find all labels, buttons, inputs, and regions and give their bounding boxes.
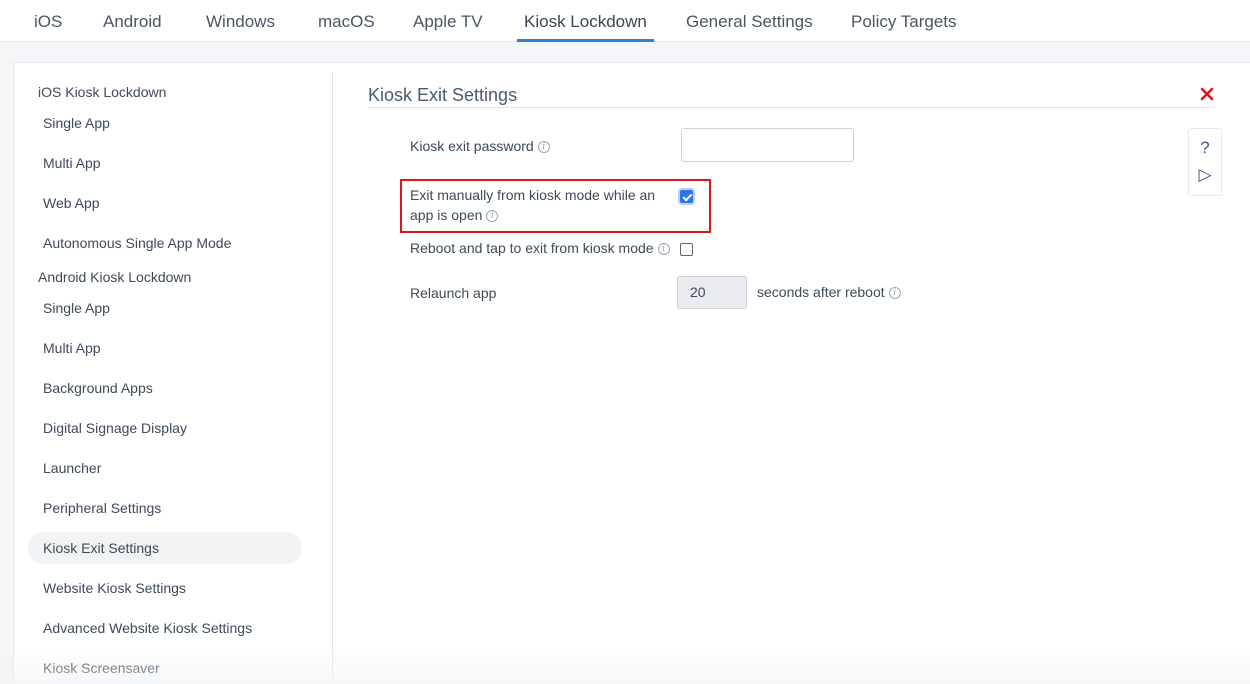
kiosk-exit-password-text: Kiosk exit password <box>410 138 534 154</box>
sidebar-item-android-multi-app[interactable]: Multi App <box>28 332 302 364</box>
section-divider <box>368 107 1215 108</box>
relaunch-seconds-input[interactable]: 20 <box>677 276 747 309</box>
tab-windows[interactable]: Windows <box>206 12 275 42</box>
tab-ios[interactable]: iOS <box>34 12 62 42</box>
sidebar-item-autonomous-single-app-mode[interactable]: Autonomous Single App Mode <box>28 227 302 259</box>
sidebar-item-launcher[interactable]: Launcher <box>28 452 302 484</box>
kiosk-exit-password-label: Kiosk exit password i <box>410 136 550 156</box>
reboot-exit-label: Reboot and tap to exit from kiosk mode i <box>410 238 670 258</box>
exit-manually-label: Exit manually from kiosk mode while an a… <box>410 185 655 225</box>
close-icon[interactable] <box>1198 85 1216 103</box>
info-icon[interactable]: i <box>537 141 550 154</box>
sidebar-group-ios-kiosk: iOS Kiosk Lockdown <box>38 84 167 100</box>
kiosk-exit-password-input[interactable] <box>681 128 854 162</box>
sidebar-group-android-kiosk: Android Kiosk Lockdown <box>38 269 192 285</box>
reboot-exit-text: Reboot and tap to exit from kiosk mode <box>410 240 654 256</box>
exit-manually-text-line1: Exit manually from kiosk mode while an <box>410 187 656 203</box>
sidebar-item-ios-multi-app[interactable]: Multi App <box>28 147 302 179</box>
section-title: Kiosk Exit Settings <box>368 85 518 105</box>
sidebar-item-android-single-app[interactable]: Single App <box>28 292 302 324</box>
reboot-exit-checkbox[interactable] <box>680 243 693 256</box>
tab-macos[interactable]: macOS <box>318 12 375 42</box>
play-icon[interactable]: ▷ <box>1189 165 1221 185</box>
top-tab-bar: iOS Android Windows macOS Apple TV Kiosk… <box>0 0 1250 42</box>
tab-kiosk-lockdown[interactable]: Kiosk Lockdown <box>517 12 654 42</box>
relaunch-app-label: Relaunch app <box>410 285 497 301</box>
sidebar-item-digital-signage-display[interactable]: Digital Signage Display <box>28 412 302 444</box>
sidebar-item-ios-web-app[interactable]: Web App <box>28 187 302 219</box>
sidebar-item-kiosk-screensaver[interactable]: Kiosk Screensaver <box>28 652 302 684</box>
relaunch-suffix: seconds after reboot i <box>757 284 901 300</box>
info-icon[interactable]: i <box>888 287 901 300</box>
exit-manually-text-line2: app is open <box>410 207 483 223</box>
info-icon[interactable]: i <box>486 210 499 223</box>
sidebar-item-kiosk-exit-settings[interactable]: Kiosk Exit Settings <box>28 532 302 564</box>
tab-android[interactable]: Android <box>103 12 162 42</box>
sidebar-item-peripheral-settings[interactable]: Peripheral Settings <box>28 492 302 524</box>
relaunch-suffix-text: seconds after reboot <box>757 284 885 300</box>
sidebar-item-website-kiosk-settings[interactable]: Website Kiosk Settings <box>28 572 302 604</box>
exit-manually-checkbox[interactable] <box>680 190 693 203</box>
sidebar-item-background-apps[interactable]: Background Apps <box>28 372 302 404</box>
help-panel: ? ▷ <box>1188 128 1222 196</box>
tab-policy-targets[interactable]: Policy Targets <box>851 12 957 42</box>
help-icon[interactable]: ? <box>1189 138 1221 158</box>
sidebar-item-advanced-website-kiosk-settings[interactable]: Advanced Website Kiosk Settings <box>28 612 302 644</box>
tab-general-settings[interactable]: General Settings <box>686 12 813 42</box>
sidebar-item-ios-single-app[interactable]: Single App <box>28 107 302 139</box>
sidebar-divider <box>332 72 333 681</box>
tab-apple-tv[interactable]: Apple TV <box>413 12 483 42</box>
info-icon[interactable]: i <box>657 243 670 256</box>
